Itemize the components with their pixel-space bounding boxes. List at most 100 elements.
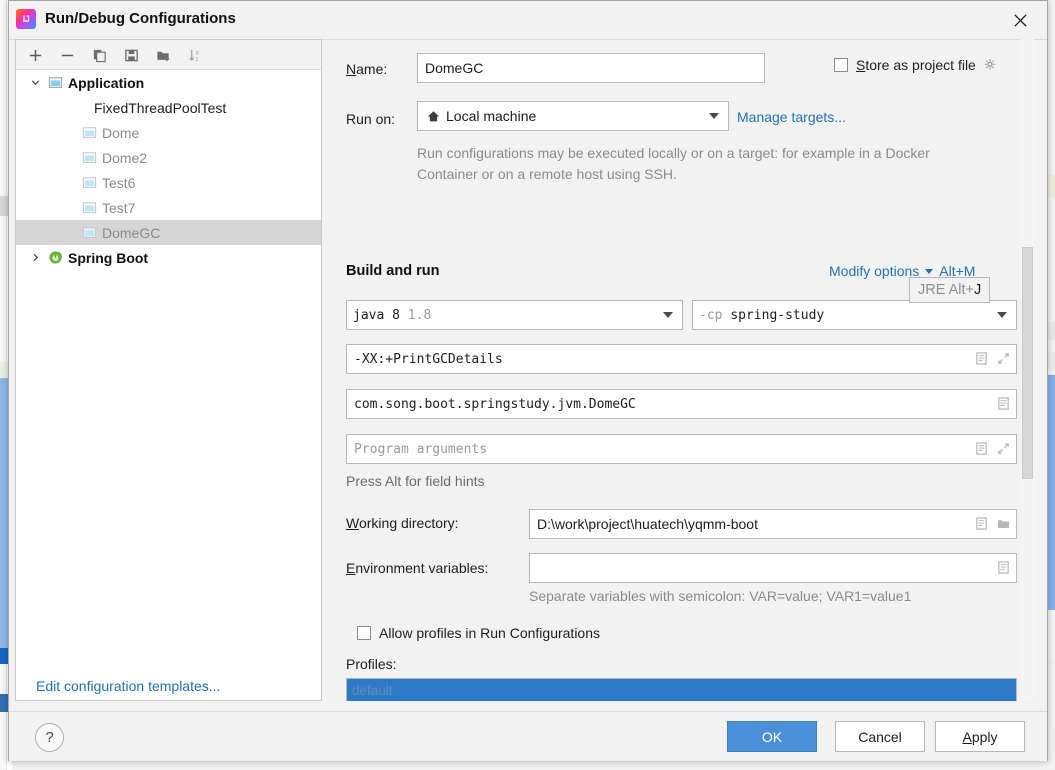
sidebar-item-label: Dome [102,124,140,141]
apply-button[interactable]: Apply [935,721,1025,752]
working-directory-input[interactable]: D:\work\project\huatech\yqmm-boot [529,509,1017,539]
expand-icon[interactable] [997,442,1010,459]
document-icon[interactable] [997,397,1010,414]
intellij-idea-icon: IJ [16,9,36,29]
sidebar-item-dome2[interactable]: Dome2 [16,145,321,170]
application-icon [80,125,98,141]
vm-options-value: -XX:+PrintGCDetails [354,351,503,367]
run-on-label: Run on: [346,111,396,127]
main-class-input[interactable]: com.song.boot.springstudy.jvm.DomeGC [346,389,1017,419]
add-configuration-button[interactable] [24,44,46,66]
configurations-panel: az Application FixedThreadPoolTest Dome … [15,39,322,701]
environment-variables-input[interactable] [529,553,1017,583]
settings-scrollbar-thumb[interactable] [1022,247,1033,479]
sidebar-item-test6[interactable]: Test6 [16,170,321,195]
svg-text:z: z [195,56,198,63]
sidebar-item-dome[interactable]: Dome [16,120,321,145]
name-input-value: DomeGC [425,60,484,76]
classpath-module: spring-study [730,307,825,323]
tooltip-jre: JRE Alt+ J [909,277,991,303]
help-button[interactable]: ? [35,723,64,752]
program-arguments-input[interactable]: Program arguments [346,434,1017,464]
checkbox-box [357,626,371,640]
application-icon [80,175,98,191]
save-configuration-button[interactable] [120,44,142,66]
remove-configuration-button[interactable] [56,44,78,66]
run-on-select[interactable]: Local machine [417,101,729,131]
jre-value: java 8 1.8 [353,308,663,323]
application-icon [80,150,98,166]
profiles-list[interactable]: default [346,678,1017,701]
environment-variables-field-icons [997,561,1010,577]
chevron-down-icon [663,312,673,318]
jre-select[interactable]: java 8 1.8 [346,300,683,330]
working-directory-field-icons [975,517,1010,533]
dialog-titlebar: IJ Run/Debug Configurations [9,1,1047,40]
sidebar-item-spring-boot[interactable]: Spring Boot [16,245,321,270]
close-icon[interactable] [1007,7,1033,33]
copy-configuration-button[interactable] [88,44,110,66]
sidebar-item-label: Test6 [102,174,136,191]
configurations-tree: Application FixedThreadPoolTest Dome Dom… [16,70,321,670]
chevron-down-icon [997,312,1007,318]
working-directory-value: D:\work\project\huatech\yqmm-boot [537,516,758,532]
field-hints-text: Press Alt for field hints [346,473,485,489]
run-on-value: Local machine [446,108,537,124]
chevron-down-icon [709,113,719,119]
name-input[interactable]: DomeGC [417,53,765,83]
gear-icon[interactable] [983,58,997,72]
document-icon[interactable] [975,352,988,369]
store-as-project-file-label: Store as project file [856,57,976,73]
program-arguments-placeholder: Program arguments [354,441,488,457]
edit-configuration-templates-link[interactable]: Edit configuration templates... [36,678,220,694]
modify-options-label: Modify options [829,263,920,279]
chevron-down-icon[interactable] [24,77,46,88]
chevron-down-icon [925,268,934,274]
vm-options-input[interactable]: -XX:+PrintGCDetails [346,344,1017,374]
sidebar-item-domegc[interactable]: DomeGC [16,220,321,245]
application-icon [80,225,98,241]
classpath-value: -cp spring-study [699,308,997,323]
document-icon[interactable] [975,442,988,459]
working-directory-label: Working directory: [346,515,459,531]
dialog-footer: ? OK Cancel Apply [9,711,1047,761]
sidebar-item-label: Test7 [102,199,136,216]
sidebar-item-label: Spring Boot [68,249,149,266]
application-icon [46,75,64,91]
folder-add-icon[interactable] [152,44,174,66]
classpath-module-select[interactable]: -cp spring-study [692,300,1017,330]
dialog-body: az Application FixedThreadPoolTest Dome … [9,39,1047,711]
run-debug-configurations-dialog: IJ Run/Debug Configurations a z Applicat… [8,0,1048,761]
run-on-description: Run configurations may be executed local… [417,145,930,182]
build-and-run-header: Build and run [346,263,440,279]
chevron-right-icon[interactable] [24,252,46,263]
list-item[interactable]: default [347,679,1016,701]
configurations-toolbar: az [16,40,321,70]
document-icon[interactable] [997,561,1010,577]
profiles-label: Profiles: [346,656,397,672]
sort-alpha-icon[interactable]: az [184,44,206,66]
jre-main: java 8 [353,307,400,323]
allow-profiles-label: Allow profiles in Run Configurations [379,625,600,641]
allow-profiles-checkbox[interactable]: Allow profiles in Run Configurations [357,625,600,641]
tooltip-text: JRE Alt+ [918,282,975,298]
browse-folder-icon[interactable] [997,517,1010,533]
checkbox-box [834,58,848,72]
application-icon [80,200,98,216]
sidebar-item-label: DomeGC [102,224,161,241]
manage-targets-link[interactable]: Manage targets... [737,109,846,125]
sidebar-item-test7[interactable]: Test7 [16,195,321,220]
home-icon [424,110,442,123]
cancel-button[interactable]: Cancel [835,721,925,752]
sidebar-item-fixedthreadpooltest[interactable]: FixedThreadPoolTest [16,95,321,120]
tooltip-key: J [974,282,982,298]
ok-button[interactable]: OK [727,721,817,752]
expand-icon[interactable] [997,352,1010,369]
dialog-title: Run/Debug Configurations [45,10,236,27]
document-icon[interactable] [975,517,988,533]
environment-variables-label: Environment variables: [346,560,489,576]
sidebar-item-application[interactable]: Application [16,70,321,95]
store-as-project-file-checkbox[interactable]: Store as project file [834,57,997,73]
spring-boot-icon [46,250,64,266]
